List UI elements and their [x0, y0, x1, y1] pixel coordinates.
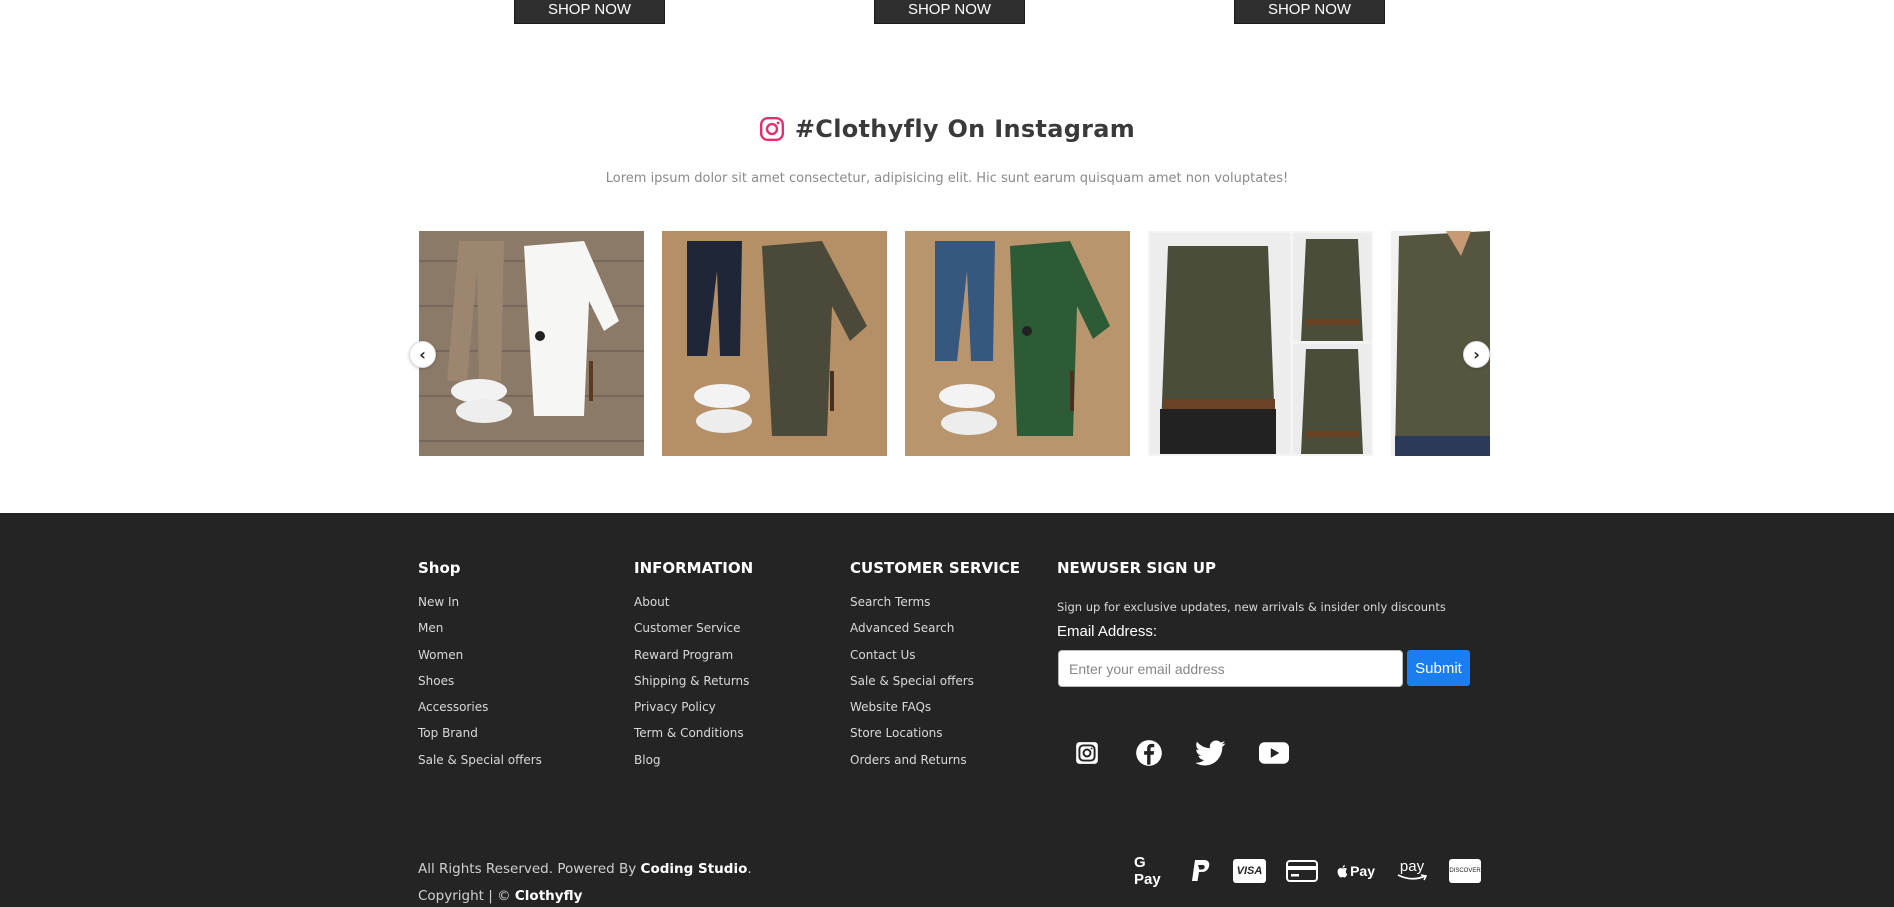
footer-link[interactable]: Men: [418, 621, 542, 647]
visa-icon: VISA: [1233, 859, 1266, 883]
youtube-icon[interactable]: [1259, 738, 1289, 768]
footer-link[interactable]: Advanced Search: [850, 621, 1020, 647]
copyright-text: All Rights Reserved. Powered By: [418, 861, 641, 877]
shop-now-button[interactable]: SHOP NOW: [874, 0, 1025, 24]
footer-heading: Shop: [418, 559, 461, 577]
shop-now-button[interactable]: SHOP NOW: [514, 0, 665, 24]
instagram-post-image[interactable]: [1148, 231, 1373, 456]
footer-heading: CUSTOMER SERVICE: [850, 559, 1020, 577]
email-input[interactable]: [1058, 650, 1403, 687]
footer-link[interactable]: Privacy Policy: [634, 700, 753, 726]
footer-link[interactable]: About: [634, 595, 753, 621]
footer-link[interactable]: Search Terms: [850, 595, 1020, 621]
facebook-icon[interactable]: [1134, 738, 1164, 768]
footer-information-column: INFORMATION About Customer Service Rewar…: [634, 559, 753, 779]
signup-description: Sign up for exclusive updates, new arriv…: [1057, 600, 1446, 614]
instagram-icon[interactable]: [1072, 738, 1102, 768]
paypal-icon: [1190, 859, 1212, 883]
apple-icon: [1337, 864, 1348, 878]
amazon-smile-icon: [1397, 874, 1427, 881]
footer-heading: INFORMATION: [634, 559, 754, 577]
carousel-next-button[interactable]: ›: [1463, 341, 1490, 368]
twitter-icon[interactable]: [1196, 738, 1226, 768]
instagram-subtitle: Lorem ipsum dolor sit amet consectetur, …: [605, 171, 1289, 186]
amazon-pay-label: pay: [1399, 858, 1425, 875]
powered-by-link[interactable]: Coding Studio: [641, 861, 748, 877]
instagram-post-image[interactable]: [905, 231, 1130, 456]
apple-pay-icon: Pay: [1337, 859, 1375, 883]
copyright-line-2: Copyright | © Clothyfly: [418, 888, 582, 904]
footer-signup-column: NEWUSER SIGN UP: [1057, 559, 1216, 595]
footer-link[interactable]: Orders and Returns: [850, 753, 1020, 779]
footer-link[interactable]: Sale & Special offers: [850, 674, 1020, 700]
footer-link[interactable]: Women: [418, 648, 542, 674]
instagram-icon: [759, 116, 784, 142]
copyright-period: .: [747, 861, 752, 877]
apple-pay-label: Pay: [1350, 863, 1375, 879]
footer-link[interactable]: Website FAQs: [850, 700, 1020, 726]
footer-link[interactable]: Shoes: [418, 674, 542, 700]
google-pay-label: G Pay: [1134, 854, 1161, 888]
footer-link[interactable]: Shipping & Returns: [634, 674, 753, 700]
credit-card-icon: [1286, 859, 1318, 883]
instagram-carousel: [419, 231, 1490, 456]
footer-link[interactable]: Contact Us: [850, 648, 1020, 674]
submit-button[interactable]: Submit: [1407, 650, 1470, 686]
discover-label: DISCOVER: [1449, 868, 1481, 874]
page: SHOP NOW SHOP NOW SHOP NOW #Clothyfly On…: [0, 0, 1894, 907]
instagram-title: #Clothyfly On Instagram: [794, 115, 1136, 143]
chevron-left-icon: ‹: [419, 344, 426, 364]
footer-link[interactable]: Top Brand: [418, 726, 542, 752]
footer-customer-service-column: CUSTOMER SERVICE Search Terms Advanced S…: [850, 559, 1020, 779]
chevron-right-icon: ›: [1473, 344, 1480, 364]
email-label: Email Address:: [1057, 623, 1158, 640]
copyright-text: Copyright | ©: [418, 888, 515, 904]
instagram-post-image[interactable]: [419, 231, 644, 456]
carousel-prev-button[interactable]: ‹: [409, 341, 436, 368]
instagram-heading: #Clothyfly On Instagram: [0, 115, 1894, 143]
footer-link[interactable]: Reward Program: [634, 648, 753, 674]
footer-link[interactable]: Sale & Special offers: [418, 753, 542, 779]
visa-label: VISA: [1236, 865, 1263, 877]
footer-link[interactable]: Blog: [634, 753, 753, 779]
instagram-post-image[interactable]: [662, 231, 887, 456]
footer-heading: NEWUSER SIGN UP: [1057, 559, 1216, 577]
discover-icon: DISCOVER: [1449, 859, 1481, 883]
copyright-line-1: All Rights Reserved. Powered By Coding S…: [418, 861, 752, 877]
footer-link[interactable]: New In: [418, 595, 542, 621]
footer-shop-column: Shop New In Men Women Shoes Accessories …: [418, 559, 542, 779]
google-pay-icon: G Pay: [1134, 854, 1172, 888]
footer-link[interactable]: Store Locations: [850, 726, 1020, 752]
amazon-pay-icon: pay: [1395, 859, 1429, 883]
footer-link[interactable]: Accessories: [418, 700, 542, 726]
shop-now-button[interactable]: SHOP NOW: [1234, 0, 1385, 24]
footer: Shop New In Men Women Shoes Accessories …: [0, 513, 1894, 907]
brand-name: Clothyfly: [514, 888, 583, 904]
footer-link[interactable]: Term & Conditions: [634, 726, 753, 752]
footer-link[interactable]: Customer Service: [634, 621, 753, 647]
